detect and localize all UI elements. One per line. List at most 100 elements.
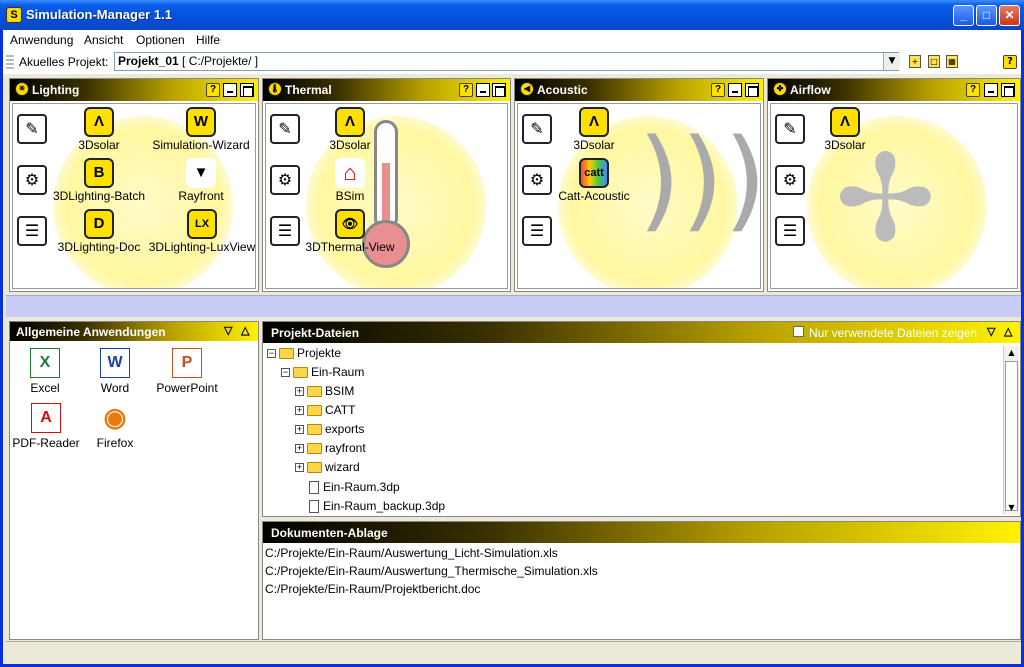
files-scrollbar[interactable]: ▲ ▼: [1003, 346, 1019, 514]
collapse-down-icon[interactable]: ▽: [987, 325, 995, 338]
expand-toggle[interactable]: +: [295, 463, 304, 473]
app-simulation-wizard[interactable]: W Simulation-Wizard: [149, 107, 253, 152]
document-icon[interactable]: ☰: [522, 216, 552, 246]
tree-node-label: Ein-Raum.3dp: [323, 480, 400, 494]
settings-icon[interactable]: ⚙: [17, 165, 47, 195]
document-icon[interactable]: ☰: [775, 216, 805, 246]
lighting-help-icon[interactable]: ?: [206, 83, 220, 97]
lighting-minimize-button[interactable]: [223, 83, 237, 97]
lighting-maximize-button[interactable]: [240, 83, 254, 97]
project-settings-icon[interactable]: ▦: [946, 55, 958, 68]
maximize-button[interactable]: □: [976, 5, 997, 26]
expand-toggle[interactable]: −: [281, 368, 290, 378]
collapse-up-icon[interactable]: △: [1004, 325, 1012, 338]
edit-icon[interactable]: ✎: [270, 114, 300, 144]
thermal-minimize-button[interactable]: [476, 83, 490, 97]
tree-node[interactable]: − Ein-Raum: [281, 365, 364, 384]
acoustic-minimize-button[interactable]: [728, 83, 742, 97]
status-bar: [6, 641, 1021, 664]
tree-node[interactable]: + wizard: [295, 460, 360, 479]
tree-node[interactable]: + rayfront: [295, 441, 366, 460]
app-pdf-reader[interactable]: A PDF-Reader: [10, 403, 82, 450]
app-catt-acoustic[interactable]: catt Catt-Acoustic: [554, 158, 634, 203]
scroll-up-icon[interactable]: ▲: [1005, 346, 1018, 359]
settings-icon[interactable]: ⚙: [270, 165, 300, 195]
app-label: 3Dsolar: [78, 138, 120, 152]
app-3dsolar[interactable]: Λ 3Dsolar: [817, 107, 873, 152]
app-bsim[interactable]: ⌂ BSim: [324, 158, 376, 203]
title-bar[interactable]: S Simulation-Manager 1.1 _ □ ✕: [0, 0, 1024, 30]
document-icon[interactable]: ☰: [17, 216, 47, 246]
tree-node[interactable]: Ein-Raum.3dp: [309, 480, 400, 499]
3dsolar-icon: Λ: [335, 107, 365, 137]
new-project-icon[interactable]: +: [909, 55, 921, 68]
settings-icon[interactable]: ⚙: [775, 165, 805, 195]
app-label: 3DLighting-Doc: [57, 240, 141, 254]
app-3dsolar[interactable]: Λ 3Dsolar: [322, 107, 378, 152]
document-icon[interactable]: ☰: [270, 216, 300, 246]
thermal-maximize-button[interactable]: [492, 83, 506, 97]
tree-node[interactable]: + CATT: [295, 403, 355, 422]
tree-node-label: exports: [325, 422, 365, 436]
edit-icon[interactable]: ✎: [17, 114, 47, 144]
app-label: 3Dsolar: [824, 138, 866, 152]
powerpoint-icon: P: [172, 348, 202, 378]
menu-optionen[interactable]: Optionen: [136, 33, 185, 47]
app-label: Simulation-Wizard: [152, 138, 250, 152]
collapse-up-icon[interactable]: △: [241, 324, 249, 337]
panel-thermal: 🌡 Thermal ? ✎ ⚙ ☰ Λ 3Dsolar ⌂ BSim 👁 3DT…: [262, 78, 511, 292]
app-rayfront[interactable]: ▼ Rayfront: [173, 158, 229, 203]
app-3dlighting-doc[interactable]: D 3DLighting-Doc: [51, 209, 147, 254]
panel-divider-strip[interactable]: [6, 295, 1021, 317]
airflow-maximize-button[interactable]: [1001, 83, 1015, 97]
tree-node[interactable]: − Projekte: [267, 346, 341, 365]
expand-toggle[interactable]: +: [295, 387, 304, 397]
expand-toggle[interactable]: +: [295, 425, 304, 435]
only-used-checkbox[interactable]: [793, 326, 804, 337]
app-word[interactable]: W Word: [90, 348, 140, 395]
fan-icon: ✤: [773, 82, 787, 96]
document-item[interactable]: C:/Projekte/Ein-Raum/Auswertung_Thermisc…: [265, 564, 598, 578]
toolbar-grip[interactable]: [6, 55, 14, 69]
menu-ansicht[interactable]: Ansicht: [84, 33, 123, 47]
expand-toggle[interactable]: −: [267, 349, 276, 359]
expand-toggle[interactable]: +: [295, 406, 304, 416]
settings-icon[interactable]: ⚙: [522, 165, 552, 195]
app-3dlighting-batch[interactable]: B 3DLighting-Batch: [49, 158, 149, 203]
open-project-icon[interactable]: □: [928, 55, 940, 68]
help-icon[interactable]: ?: [1003, 55, 1017, 69]
document-item[interactable]: C:/Projekte/Ein-Raum/Projektbericht.doc: [265, 582, 480, 596]
app-powerpoint[interactable]: P PowerPoint: [150, 348, 224, 395]
firefox-icon: ◉: [103, 402, 127, 432]
app-firefox[interactable]: ◉ Firefox: [90, 403, 140, 450]
airflow-help-icon[interactable]: ?: [966, 83, 980, 97]
tree-node[interactable]: + BSIM: [295, 384, 354, 403]
edit-icon[interactable]: ✎: [775, 114, 805, 144]
app-3dsolar[interactable]: Λ 3Dsolar: [566, 107, 622, 152]
menu-anwendung[interactable]: Anwendung: [10, 33, 73, 47]
document-item[interactable]: C:/Projekte/Ein-Raum/Auswertung_Licht-Si…: [265, 546, 558, 560]
close-button[interactable]: ✕: [999, 5, 1020, 26]
project-select[interactable]: Projekt_01 [ C:/Projekte/ ]: [114, 52, 899, 71]
thermal-help-icon[interactable]: ?: [459, 83, 473, 97]
app-excel[interactable]: X Excel: [20, 348, 70, 395]
scroll-thumb[interactable]: [1005, 361, 1018, 511]
chevron-down-icon[interactable]: ▼: [883, 53, 900, 70]
panel-airflow-title: Airflow: [790, 83, 831, 97]
acoustic-help-icon[interactable]: ?: [711, 83, 725, 97]
app-3dlighting-luxview[interactable]: LX 3DLighting-LuxView: [147, 209, 255, 254]
tree-node-label: Projekte: [297, 346, 342, 360]
acoustic-maximize-button[interactable]: [745, 83, 759, 97]
expand-toggle[interactable]: +: [295, 444, 304, 454]
edit-icon[interactable]: ✎: [522, 114, 552, 144]
scroll-down-icon[interactable]: ▼: [1005, 501, 1018, 514]
menu-hilfe[interactable]: Hilfe: [196, 33, 220, 47]
tree-node[interactable]: Ein-Raum_backup.3dp: [309, 499, 445, 518]
app-3dthermal-view[interactable]: 👁 3DThermal-View: [300, 209, 400, 254]
airflow-minimize-button[interactable]: [984, 83, 998, 97]
app-3dsolar[interactable]: Λ 3Dsolar: [71, 107, 127, 152]
tree-node[interactable]: + exports: [295, 422, 364, 441]
app-window: S Simulation-Manager 1.1 _ □ ✕ Anwendung…: [0, 0, 1024, 667]
minimize-button[interactable]: _: [953, 5, 974, 26]
collapse-down-icon[interactable]: ▽: [224, 324, 232, 337]
